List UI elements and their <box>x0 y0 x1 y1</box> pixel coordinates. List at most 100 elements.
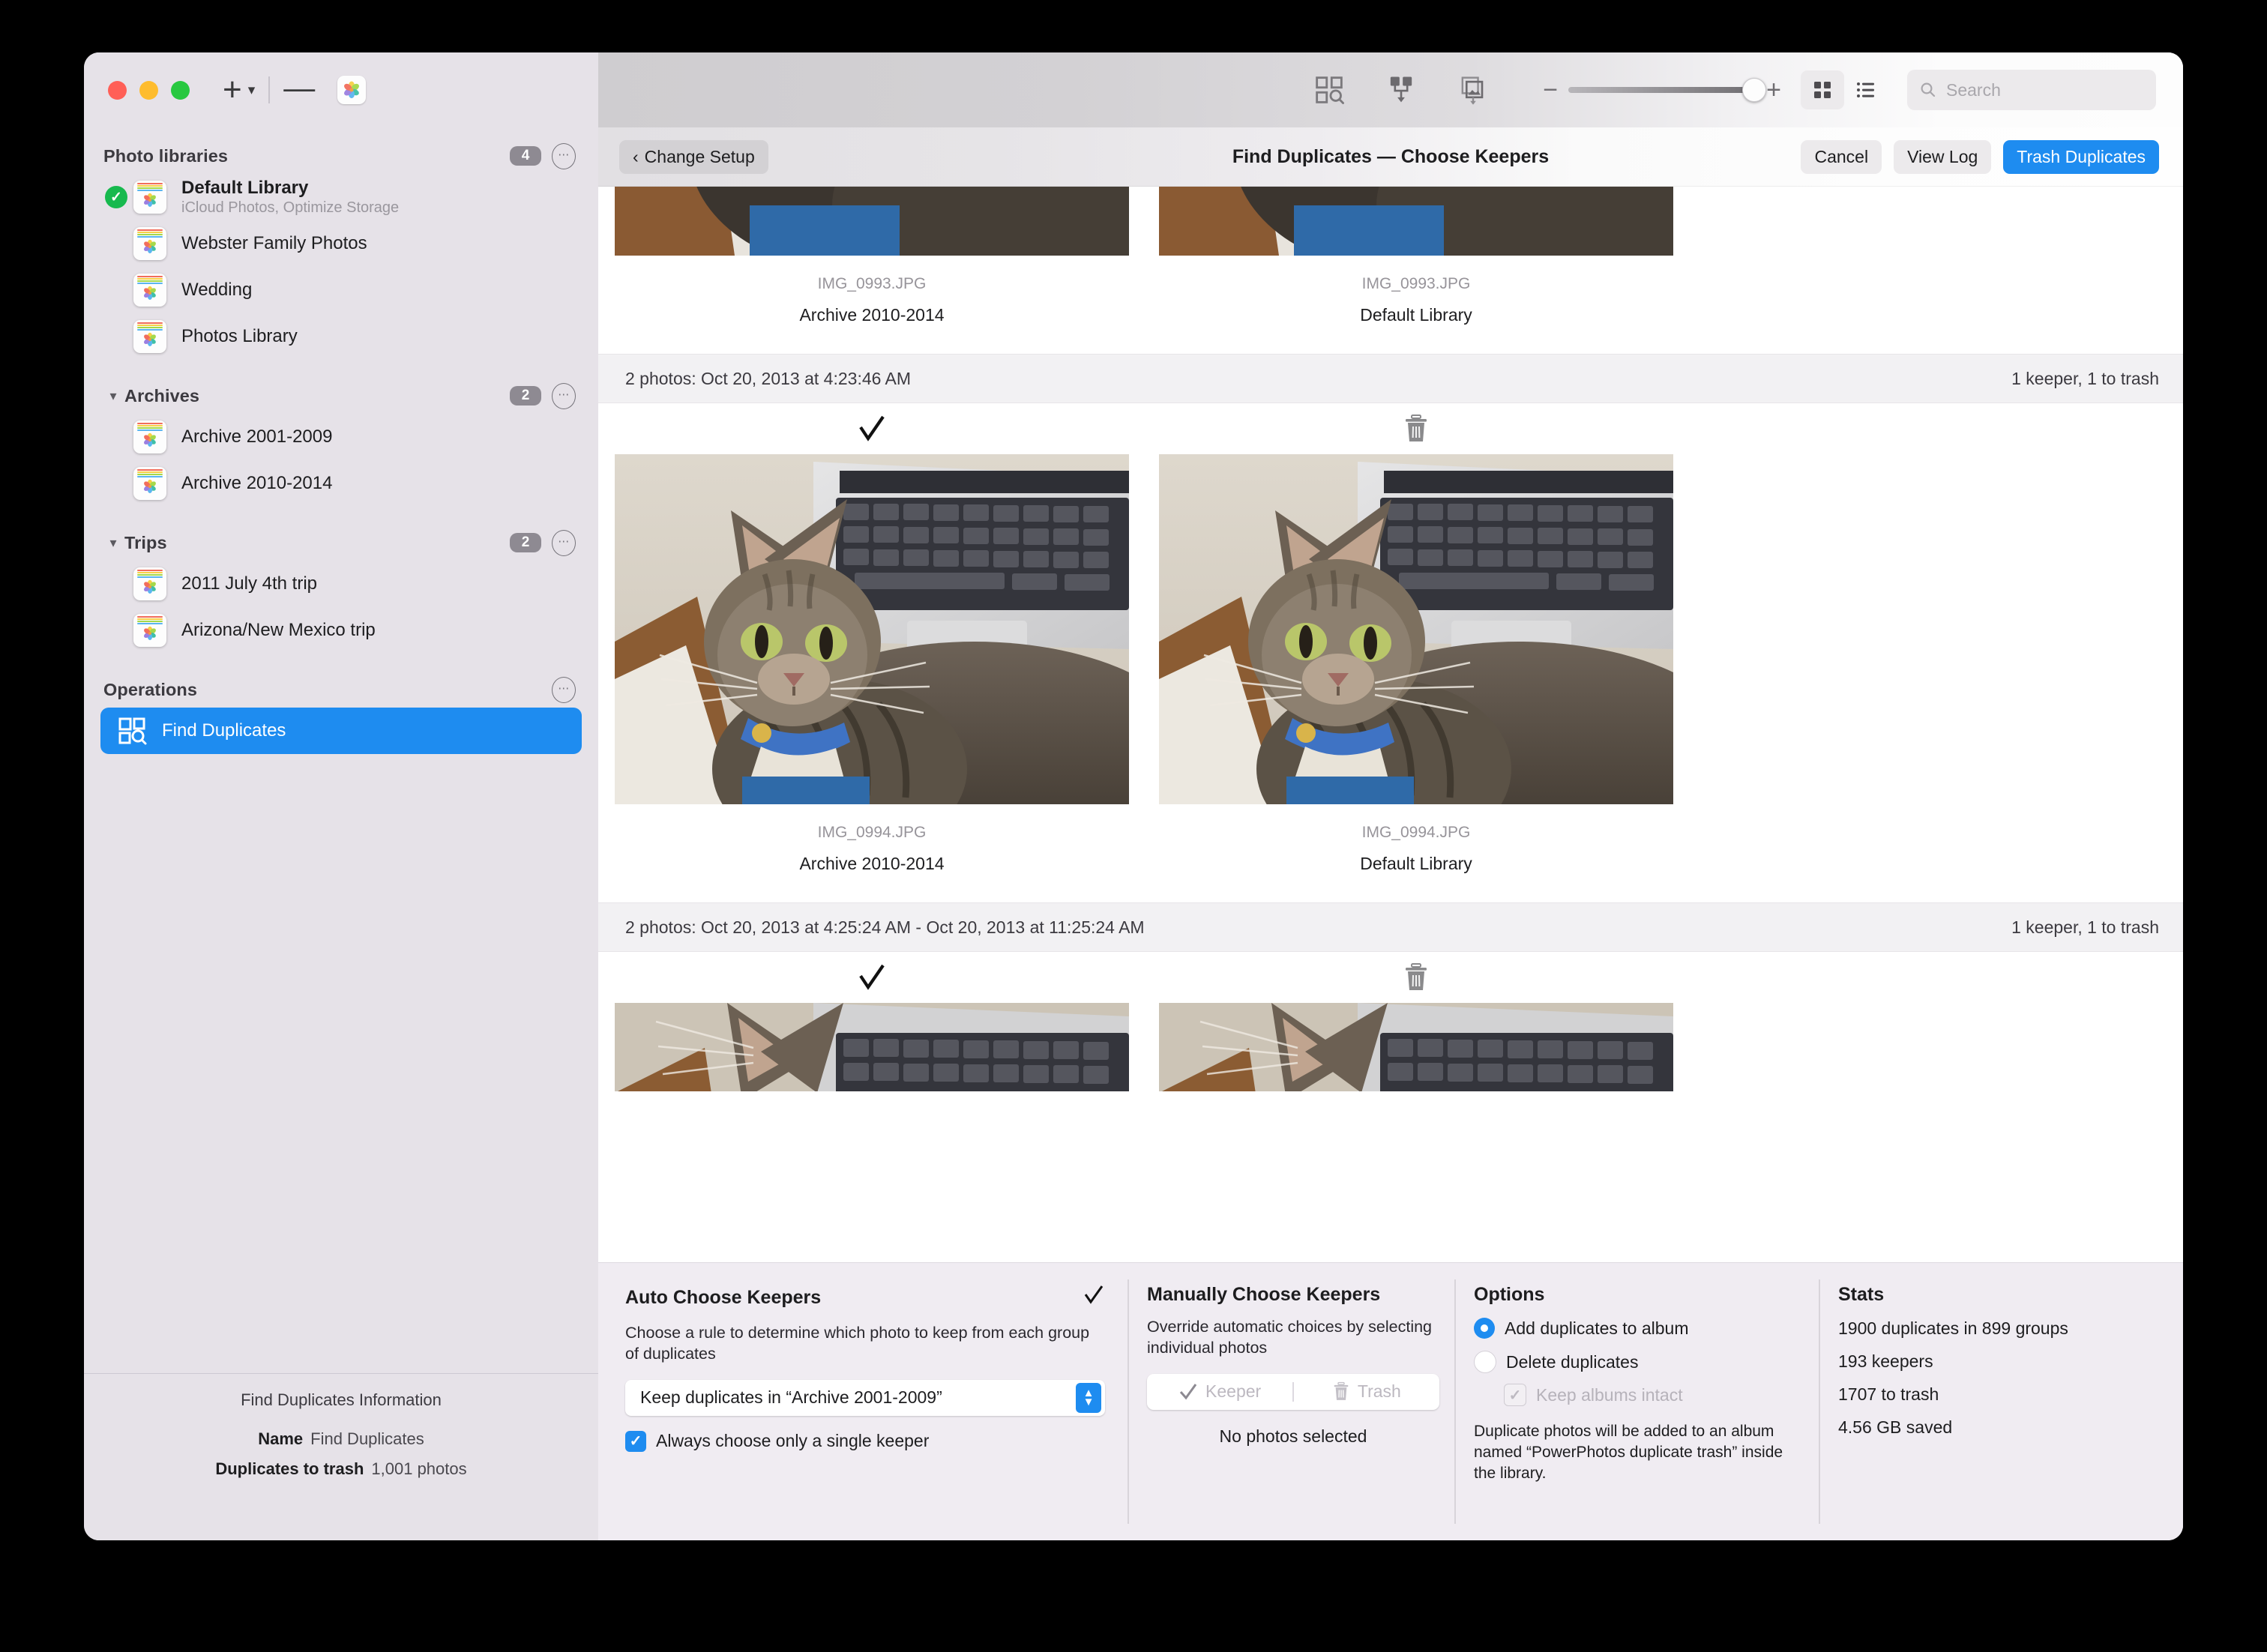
photo-thumbnail[interactable] <box>1159 1003 1673 1091</box>
photos-app-icon[interactable] <box>337 76 366 104</box>
manual-choose-title: Manually Choose Keepers <box>1147 1284 1439 1306</box>
radio-add-duplicates-to-album[interactable]: Add duplicates to album <box>1474 1318 1804 1339</box>
app-window: + ▾ — <box>84 52 2183 1540</box>
library-stripes <box>137 322 163 328</box>
photo-cell[interactable] <box>615 952 1129 1091</box>
library-icon <box>133 567 166 600</box>
zoom-button[interactable] <box>171 81 190 100</box>
sidebar-item-2011-july-4th-trip[interactable]: 2011 July 4th trip <box>84 561 598 607</box>
photos-flower-glyph <box>141 431 159 449</box>
keeper-rule-dropdown[interactable]: Keep duplicates in “Archive 2001-2009” ▲… <box>625 1380 1105 1416</box>
photo-thumbnail[interactable] <box>615 187 1129 256</box>
minimize-button[interactable] <box>139 81 158 100</box>
view-toggle[interactable] <box>1801 70 1888 109</box>
search-box[interactable]: Search <box>1907 70 2156 110</box>
group-status: 1 keeper, 1 to trash <box>2011 917 2159 938</box>
keeper-segment-button[interactable]: Keeper <box>1147 1381 1292 1402</box>
keeper-check-icon[interactable] <box>856 403 888 454</box>
change-setup-button[interactable]: ‹ Change Setup <box>619 140 768 174</box>
sidebar-item-archive-2010-2014[interactable]: Archive 2010-2014 <box>84 460 598 507</box>
group-summary: 2 photos: Oct 20, 2013 at 4:23:46 AM <box>625 369 911 389</box>
photo-cell[interactable]: IMG_0994.JPG Default Library <box>1159 403 1673 874</box>
merge-libraries-icon[interactable] <box>1379 68 1423 112</box>
zoom-slider-knob[interactable] <box>1742 78 1766 102</box>
info-value: Find Duplicates <box>310 1429 424 1449</box>
library-icon <box>133 420 166 453</box>
section-title: Archives <box>124 386 510 406</box>
info-row-duplicates-to-trash: Duplicates to trash 1,001 photos <box>106 1459 576 1479</box>
section-menu-button[interactable]: ⋯ <box>552 383 576 409</box>
keep-albums-intact-label: Keep albums intact <box>1536 1385 1683 1405</box>
remove-library-button[interactable]: — <box>283 72 315 103</box>
sidebar-item-default-library[interactable]: ✓ Defa <box>84 174 598 220</box>
section-title: Trips <box>124 533 510 553</box>
keeper-trash-segmented-control[interactable]: Keeper Trash <box>1147 1374 1439 1410</box>
radio-button-selected[interactable] <box>1474 1318 1495 1339</box>
duplicate-group-header: 2 photos: Oct 20, 2013 at 4:23:46 AM 1 k… <box>598 354 2183 403</box>
photo-cell[interactable] <box>1159 952 1673 1091</box>
sidebar: + ▾ — <box>84 52 598 1540</box>
duplicate-group-partial-bottom <box>598 952 2183 1091</box>
sidebar-item-wedding[interactable]: Wedding <box>84 267 598 313</box>
keeper-check-icon[interactable] <box>856 952 888 1003</box>
chevron-down-icon[interactable]: ▾ <box>103 388 123 404</box>
trash-duplicates-button[interactable]: Trash Duplicates <box>2003 140 2159 174</box>
section-title: Photo libraries <box>103 146 510 166</box>
cancel-button[interactable]: Cancel <box>1801 140 1882 174</box>
sidebar-list[interactable]: Photo libraries 4 ⋯ ✓ <box>84 127 598 1373</box>
library-stripes <box>137 423 163 429</box>
section-menu-button[interactable]: ⋯ <box>552 677 576 703</box>
stat-line: 1900 duplicates in 899 groups <box>1838 1318 2183 1339</box>
chevron-down-icon[interactable]: ▾ <box>103 535 123 551</box>
trash-icon <box>1332 1381 1350 1402</box>
sidebar-section-archives[interactable]: ▾ Archives 2 ⋯ <box>84 379 598 412</box>
sidebar-item-label: 2011 July 4th trip <box>181 573 317 594</box>
library-stripes <box>137 229 163 235</box>
photo-cell[interactable]: IMG_0994.JPG Archive 2010-2014 <box>615 403 1129 874</box>
sidebar-item-archive-2001-2009[interactable]: Archive 2001-2009 <box>84 414 598 460</box>
window-controls[interactable] <box>108 81 190 100</box>
search-input[interactable]: Search <box>1946 80 2001 100</box>
zoom-control[interactable]: − + <box>1543 87 1781 93</box>
keep-albums-intact-checkbox: ✓ <box>1504 1384 1526 1406</box>
trash-icon[interactable] <box>1403 952 1430 1003</box>
copy-photos-icon[interactable] <box>1451 68 1495 112</box>
photo-thumbnail[interactable] <box>1159 454 1673 804</box>
trash-segment-button[interactable]: Trash <box>1294 1381 1439 1402</box>
section-menu-button[interactable]: ⋯ <box>552 530 576 556</box>
photo-thumbnail[interactable] <box>1159 187 1673 256</box>
keeper-segment-label: Keeper <box>1205 1381 1261 1402</box>
find-duplicates-icon[interactable] <box>1307 68 1351 112</box>
sidebar-item-arizona-new-mexico-trip[interactable]: Arizona/New Mexico trip <box>84 607 598 654</box>
sidebar-item-find-duplicates[interactable]: Find Duplicates <box>100 708 582 754</box>
single-keeper-checkbox[interactable]: ✓ <box>625 1431 646 1452</box>
zoom-slider[interactable] <box>1568 87 1756 93</box>
photos-flower-glyph <box>141 331 159 349</box>
single-keeper-label: Always choose only a single keeper <box>656 1431 929 1451</box>
sidebar-item-webster-family-photos[interactable]: Webster Family Photos <box>84 220 598 267</box>
radio-button[interactable] <box>1474 1351 1496 1373</box>
add-library-button[interactable]: + ▾ <box>223 73 255 106</box>
list-view-icon[interactable] <box>1844 70 1888 109</box>
duplicates-list[interactable]: IMG_0993.JPG Archive 2010-2014 <box>598 187 2183 1262</box>
grid-view-icon[interactable] <box>1801 70 1844 109</box>
photo-thumbnail[interactable] <box>615 1003 1129 1091</box>
sidebar-item-label: Find Duplicates <box>162 720 286 741</box>
section-menu-button[interactable]: ⋯ <box>552 143 576 169</box>
photo-cell[interactable]: IMG_0993.JPG Archive 2010-2014 <box>615 187 1129 325</box>
view-log-button[interactable]: View Log <box>1894 140 1991 174</box>
photo-thumbnail[interactable] <box>615 454 1129 804</box>
close-button[interactable] <box>108 81 127 100</box>
radio-delete-duplicates[interactable]: Delete duplicates <box>1474 1351 1804 1373</box>
auto-choose-keepers-section: Auto Choose Keepers Choose a rule to det… <box>598 1263 1128 1540</box>
single-keeper-checkbox-row[interactable]: ✓ Always choose only a single keeper <box>625 1431 1105 1452</box>
sidebar-item-label: Wedding <box>181 280 252 301</box>
sidebar-item-photos-library[interactable]: Photos Library <box>84 313 598 360</box>
library-stripes <box>137 616 163 622</box>
chevron-updown-icon[interactable]: ▲▼ <box>1076 1383 1101 1413</box>
sidebar-section-trips[interactable]: ▾ Trips 2 ⋯ <box>84 526 598 559</box>
toolbar-divider <box>268 76 270 103</box>
trash-icon[interactable] <box>1403 403 1430 454</box>
photo-cell[interactable]: IMG_0993.JPG Default Library <box>1159 187 1673 325</box>
spacer <box>84 507 598 526</box>
